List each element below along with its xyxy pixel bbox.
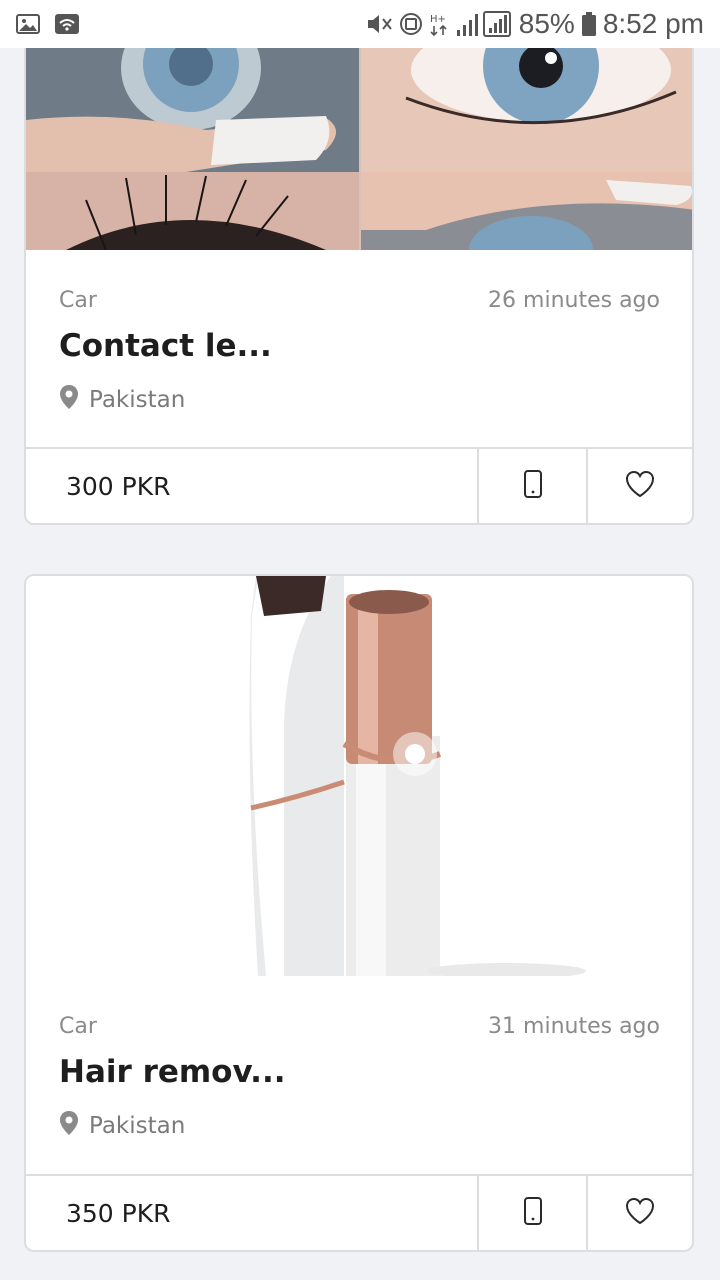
location-pin-icon — [59, 384, 79, 416]
mute-icon — [365, 11, 393, 37]
globe-icon — [399, 12, 423, 36]
status-bar: H+ 85% 8:52 pm — [0, 0, 720, 48]
location-text: Pakistan — [89, 1113, 186, 1139]
listing-category: Car — [59, 288, 97, 313]
location-text: Pakistan — [89, 387, 186, 413]
battery-percent: 85% — [518, 8, 575, 39]
heart-icon — [625, 1197, 655, 1229]
listing-time: 26 minutes ago — [488, 288, 660, 313]
battery-icon — [581, 11, 597, 37]
listing-location: Pakistan — [59, 1110, 185, 1142]
favorite-button[interactable] — [586, 449, 692, 523]
favorite-button[interactable] — [586, 1176, 692, 1250]
listing-time: 31 minutes ago — [488, 1014, 660, 1039]
listing-card[interactable]: Car 26 minutes ago Contact le... Pakista… — [24, 0, 694, 525]
gallery-icon — [16, 14, 40, 34]
network-type-icon: H+ — [429, 11, 449, 37]
clock: 8:52 pm — [602, 8, 704, 39]
listing-price: 300 PKR — [66, 471, 171, 501]
location-pin-icon — [59, 1110, 79, 1142]
heart-icon — [625, 470, 655, 502]
wifi-icon — [54, 13, 80, 35]
phone-icon — [523, 469, 543, 503]
phone-icon — [523, 1196, 543, 1230]
listing-title[interactable]: Contact le... — [59, 328, 272, 364]
listing-title[interactable]: Hair remov... — [59, 1054, 286, 1090]
listing-card[interactable]: Car 31 minutes ago Hair remov... Pakista… — [24, 574, 694, 1252]
signal-icon — [455, 10, 513, 38]
svg-text:H+: H+ — [430, 14, 446, 25]
call-button[interactable] — [477, 449, 586, 523]
listing-price: 350 PKR — [66, 1198, 171, 1228]
listing-footer: 300 PKR — [26, 447, 692, 523]
listing-footer: 350 PKR — [26, 1174, 692, 1250]
listing-location: Pakistan — [59, 384, 185, 416]
hair-remover-photo[interactable] — [26, 576, 692, 976]
call-button[interactable] — [477, 1176, 586, 1250]
listing-category: Car — [59, 1014, 97, 1039]
